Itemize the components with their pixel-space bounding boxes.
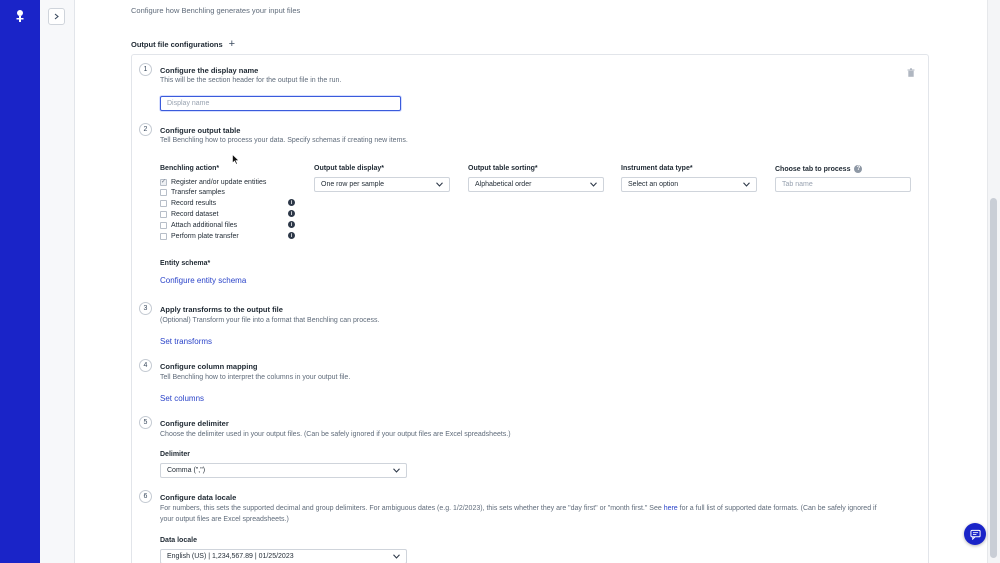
- output-table-sorting-select[interactable]: Alphabetical order: [468, 177, 604, 192]
- locale-desc-pre: For numbers, this sets the supported dec…: [160, 505, 664, 512]
- trash-icon[interactable]: [907, 68, 915, 77]
- chevron-down-icon: [590, 182, 597, 187]
- action-label-dataset: Record dataset: [171, 210, 219, 218]
- delimiter-label: Delimiter: [160, 451, 190, 458]
- step-2-description: Tell Benchling how to process your data.…: [160, 137, 408, 144]
- action-label-attach: Attach additional files: [171, 221, 238, 229]
- output-file-config-card: 1 Configure the display name This will b…: [131, 54, 929, 563]
- main-content: Configure how Benchling generates your i…: [75, 0, 987, 563]
- info-icon[interactable]: i: [288, 210, 295, 217]
- instrument-select-value: Select an option: [628, 181, 679, 188]
- secondary-nav-panel: [40, 0, 75, 563]
- step-number-6: 6: [139, 490, 152, 503]
- page-intro-text: Configure how Benchling generates your i…: [131, 6, 301, 15]
- step-number-5: 5: [139, 416, 152, 429]
- action-label-transfer: Transfer samples: [171, 188, 225, 196]
- display-select-value: One row per sample: [321, 181, 385, 188]
- action-option-results[interactable]: Record results: [160, 198, 216, 208]
- entity-schema-label: Entity schema*: [160, 260, 211, 267]
- step-2-title: Configure output table: [160, 126, 241, 135]
- action-option-transfer[interactable]: Transfer samples: [160, 187, 225, 197]
- primary-nav-rail: [0, 0, 40, 563]
- scrollbar-thumb[interactable]: [990, 198, 997, 558]
- step-3-title: Apply transforms to the output file: [160, 305, 283, 314]
- choose-tab-label-text: Choose tab to process: [775, 165, 851, 173]
- info-icon[interactable]: i: [288, 221, 295, 228]
- step-number-1: 1: [139, 63, 152, 76]
- action-option-register[interactable]: ✓ Register and/or update entities: [160, 177, 266, 187]
- tab-name-input[interactable]: Tab name: [775, 177, 911, 192]
- page-scrollbar[interactable]: [987, 0, 1000, 563]
- chat-support-button[interactable]: [964, 523, 986, 545]
- checkbox-attach[interactable]: [160, 221, 167, 229]
- action-label-register: Register and/or update entities: [171, 178, 267, 186]
- instrument-data-type-label: Instrument data type*: [621, 165, 693, 172]
- checkbox-register[interactable]: ✓: [160, 178, 167, 186]
- step-4-title: Configure column mapping: [160, 362, 258, 371]
- output-file-configs-heading: Output file configurations +: [131, 39, 235, 50]
- checkbox-plate[interactable]: [160, 232, 167, 240]
- output-table-sorting-label: Output table sorting*: [468, 165, 538, 172]
- data-locale-label: Data locale: [160, 537, 197, 544]
- sorting-select-value: Alphabetical order: [475, 181, 532, 188]
- checkbox-results[interactable]: [160, 199, 167, 207]
- delimiter-select-value: Comma (","): [167, 467, 206, 474]
- step-1-title: Configure the display name: [160, 66, 259, 75]
- output-table-display-label: Output table display*: [314, 165, 385, 172]
- set-transforms-link[interactable]: Set transforms: [160, 337, 212, 346]
- data-locale-select-value: English (US) | 1,234,567.89 | 01/25/2023: [167, 553, 294, 560]
- benchling-logo-icon[interactable]: [13, 9, 27, 23]
- step-5-title: Configure delimiter: [160, 419, 229, 428]
- step-6-title: Configure data locale: [160, 493, 237, 502]
- step-number-2: 2: [139, 123, 152, 136]
- expand-sidebar-button[interactable]: [48, 8, 65, 25]
- action-label-results: Record results: [171, 199, 217, 207]
- chevron-down-icon: [393, 554, 400, 559]
- chevron-down-icon: [393, 468, 400, 473]
- action-option-dataset[interactable]: Record dataset: [160, 209, 218, 219]
- step-6-description-line2: your output files are Excel spreadsheets…: [160, 516, 289, 523]
- chat-icon: [969, 529, 981, 540]
- question-circle-icon[interactable]: ?: [854, 165, 863, 173]
- step-1-description: This will be the section header for the …: [160, 77, 342, 84]
- step-4-description: Tell Benchling how to interpret the colu…: [160, 374, 351, 381]
- instrument-data-type-select[interactable]: Select an option: [621, 177, 757, 192]
- display-name-input[interactable]: Display name: [160, 96, 401, 111]
- configure-entity-schema-link[interactable]: Configure entity schema: [160, 276, 246, 285]
- action-option-plate[interactable]: Perform plate transfer: [160, 231, 239, 241]
- chevron-down-icon: [436, 182, 443, 187]
- benchling-action-label: Benchling action*: [160, 165, 220, 172]
- mouse-cursor-icon: [232, 154, 240, 165]
- info-icon[interactable]: i: [288, 232, 295, 239]
- action-option-attach[interactable]: Attach additional files: [160, 220, 237, 230]
- delimiter-select[interactable]: Comma (","): [160, 463, 407, 478]
- info-icon[interactable]: i: [288, 199, 295, 206]
- checkbox-dataset[interactable]: [160, 210, 167, 218]
- set-columns-link[interactable]: Set columns: [160, 394, 204, 403]
- data-locale-select[interactable]: English (US) | 1,234,567.89 | 01/25/2023: [160, 549, 407, 563]
- date-formats-here-link[interactable]: here: [664, 505, 678, 512]
- step-number-4: 4: [139, 359, 152, 372]
- step-3-description: (Optional) Transform your file into a fo…: [160, 317, 380, 324]
- output-table-display-select[interactable]: One row per sample: [314, 177, 450, 192]
- step-6-description-line1: For numbers, this sets the supported dec…: [160, 505, 877, 512]
- chevron-right-icon: [54, 13, 59, 20]
- step-number-3: 3: [139, 302, 152, 315]
- choose-tab-label: Choose tab to process ?: [775, 165, 863, 173]
- step-5-description: Choose the delimiter used in your output…: [160, 431, 511, 438]
- checkbox-transfer[interactable]: [160, 188, 167, 196]
- locale-desc-post: for a full list of supported date format…: [677, 505, 877, 512]
- section-title-label: Output file configurations: [131, 40, 223, 49]
- action-label-plate: Perform plate transfer: [171, 232, 239, 240]
- chevron-down-icon: [743, 182, 750, 187]
- plus-icon[interactable]: +: [229, 39, 235, 50]
